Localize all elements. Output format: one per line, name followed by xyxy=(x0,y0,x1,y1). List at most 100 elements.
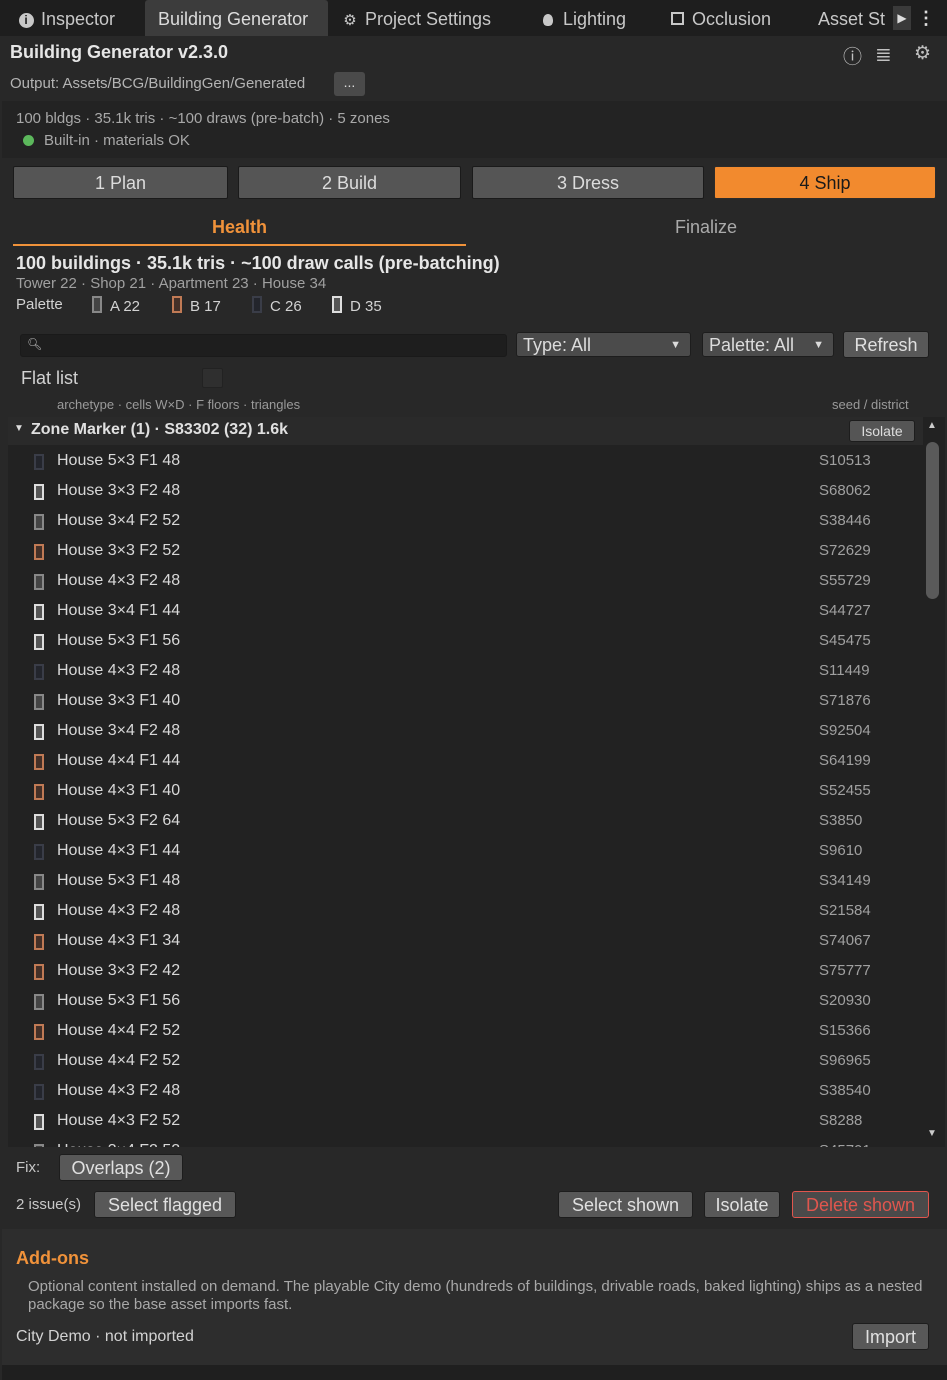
step-dress-button[interactable]: 3 Dress xyxy=(472,166,704,199)
tab-project-settings[interactable]: ⚙ Project Settings xyxy=(340,0,491,36)
building-seed: S72629 xyxy=(819,542,871,559)
search-input[interactable]: 🔍︎ xyxy=(20,334,507,357)
tab-health[interactable]: Health xyxy=(13,214,466,246)
building-name: House 4×4 F1 44 xyxy=(57,752,181,769)
building-row[interactable]: House 5×3 F1 56 S45475 xyxy=(8,626,923,656)
building-row[interactable]: House 4×3 F1 34 S74067 xyxy=(8,926,923,956)
import-button[interactable]: Import xyxy=(852,1323,929,1350)
fix-overlaps-button[interactable]: Overlaps (2) xyxy=(59,1154,183,1181)
gear-icon[interactable]: ⚙ xyxy=(914,42,931,65)
building-name: House 4×4 F2 52 xyxy=(57,1052,181,1069)
building-row[interactable]: House 4×3 F2 48 S55729 xyxy=(8,566,923,596)
tab-lighting[interactable]: Lighting xyxy=(538,0,626,36)
building-list[interactable]: ▼ Zone Marker (1) · S83302 (32) 1.6k Iso… xyxy=(8,417,945,1147)
building-name: House 5×3 F1 48 xyxy=(57,452,181,469)
type-filter-dropdown[interactable]: Type: All ▼ xyxy=(516,332,691,357)
palette-swatch-icon xyxy=(34,574,44,590)
building-name: House 4×3 F2 52 xyxy=(57,1112,181,1129)
expand-triangle-icon[interactable]: ▼ xyxy=(14,423,24,434)
building-row[interactable]: House 5×3 F1 56 S20930 xyxy=(8,986,923,1016)
tab-building-generator[interactable]: Building Generator xyxy=(145,0,328,36)
output-path: Output: Assets/BCG/BuildingGen/Generated xyxy=(10,75,306,92)
delete-shown-button[interactable]: Delete shown xyxy=(792,1191,929,1218)
flat-list-label: Flat list xyxy=(21,368,79,388)
stats-headline: 100 buildings · 35.1k tris · ~100 draw c… xyxy=(16,253,500,273)
palette-swatch-icon xyxy=(172,296,182,313)
building-seed: S71876 xyxy=(819,692,871,709)
building-seed: S38446 xyxy=(819,512,871,529)
building-seed: S45701 xyxy=(819,1142,871,1147)
editor-tab-bar: i Inspector Building Generator ⚙ Project S… xyxy=(0,0,947,36)
building-row[interactable]: House 3×3 F2 42 S75777 xyxy=(8,956,923,986)
tab-occlusion[interactable]: Occlusion xyxy=(667,0,771,36)
building-row[interactable]: House 3×3 F1 40 S71876 xyxy=(8,686,923,716)
isolate-button[interactable]: Isolate xyxy=(704,1191,780,1218)
building-row[interactable]: House 3×4 F1 44 S44727 xyxy=(8,596,923,626)
list-icon[interactable]: ≣ xyxy=(875,42,892,67)
building-row[interactable]: House 3×4 F2 52 S38446 xyxy=(8,506,923,536)
tab-overflow-arrow-icon[interactable]: ▶ xyxy=(893,6,911,30)
fix-label: Fix: xyxy=(16,1159,41,1176)
step-plan-button[interactable]: 1 Plan xyxy=(13,166,228,199)
tab-finalize[interactable]: Finalize xyxy=(480,214,932,244)
info-icon[interactable]: ⓘ xyxy=(843,42,862,69)
building-row[interactable]: House 3×4 F2 52 S45701 xyxy=(8,1136,923,1147)
step-build-button[interactable]: 2 Build xyxy=(238,166,461,199)
building-row[interactable]: House 4×3 F2 48 S11449 xyxy=(8,656,923,686)
building-name: House 4×3 F1 34 xyxy=(57,932,181,949)
refresh-button[interactable]: Refresh xyxy=(843,331,929,358)
building-row[interactable]: House 5×3 F1 48 S10513 xyxy=(8,446,923,476)
gear-icon: ⚙ xyxy=(343,12,357,29)
building-row[interactable]: House 4×3 F2 52 S8288 xyxy=(8,1106,923,1136)
browse-output-button[interactable]: ... xyxy=(334,72,365,96)
status-text: Built-in · materials OK xyxy=(44,132,190,149)
building-row[interactable]: House 3×4 F2 48 S92504 xyxy=(8,716,923,746)
summary-text: 100 bldgs · 35.1k tris · ~100 draws (pre… xyxy=(16,110,390,127)
column-header-archetype: archetype · cells W×D · F floors · trian… xyxy=(57,397,301,412)
scrollbar-thumb[interactable] xyxy=(926,442,939,599)
palette-swatch-icon xyxy=(34,874,44,890)
flat-list-checkbox[interactable] xyxy=(202,368,223,388)
building-name: House 4×3 F2 48 xyxy=(57,1082,181,1099)
building-seed: S15366 xyxy=(819,1022,871,1039)
building-seed: S64199 xyxy=(819,752,871,769)
scroll-down-arrow-icon[interactable]: ▼ xyxy=(927,1128,937,1139)
addons-description: Optional content installed on demand. Th… xyxy=(28,1278,923,1313)
building-name: House 3×4 F2 52 xyxy=(57,1142,180,1147)
building-row[interactable]: House 3×3 F2 48 S68062 xyxy=(8,476,923,506)
group-isolate-button[interactable]: Isolate xyxy=(849,420,915,442)
building-row[interactable]: House 4×4 F2 52 S15366 xyxy=(8,1016,923,1046)
building-name: House 4×3 F1 44 xyxy=(57,842,181,859)
building-row[interactable]: House 4×3 F1 44 S9610 xyxy=(8,836,923,866)
palette-swatch-icon xyxy=(34,1024,44,1040)
step-ship-button[interactable]: 4 Ship xyxy=(714,166,936,199)
tab-inspector[interactable]: i Inspector xyxy=(16,0,115,36)
building-row[interactable]: House 4×3 F2 48 S21584 xyxy=(8,896,923,926)
issue-count: 2 issue(s) xyxy=(16,1196,82,1213)
palette-swatch-icon xyxy=(34,844,44,860)
palette-swatch-icon xyxy=(34,934,44,950)
kebab-menu-icon[interactable]: ⋮ xyxy=(917,4,935,32)
building-name: House 3×4 F1 44 xyxy=(57,602,181,619)
building-seed: S68062 xyxy=(819,482,871,499)
building-name: House 4×3 F2 48 xyxy=(57,572,181,589)
tab-label: Asset St xyxy=(818,9,886,29)
tab-asset-store[interactable]: Asset St xyxy=(818,0,890,36)
select-flagged-button[interactable]: Select flagged xyxy=(94,1191,236,1218)
building-row[interactable]: House 3×3 F2 52 S72629 xyxy=(8,536,923,566)
building-row[interactable]: House 4×4 F2 52 S96965 xyxy=(8,1046,923,1076)
palette-swatch-icon xyxy=(34,904,44,920)
building-row[interactable]: House 4×3 F2 48 S38540 xyxy=(8,1076,923,1106)
tab-label: Occlusion xyxy=(692,9,772,29)
group-header-row[interactable]: ▼ Zone Marker (1) · S83302 (32) 1.6k Iso… xyxy=(8,417,923,445)
select-shown-button[interactable]: Select shown xyxy=(558,1191,693,1218)
building-row[interactable]: House 4×4 F1 44 S64199 xyxy=(8,746,923,776)
palette-swatch-icon xyxy=(34,544,44,560)
building-row[interactable]: House 4×3 F1 40 S52455 xyxy=(8,776,923,806)
building-row[interactable]: House 5×3 F2 64 S3850 xyxy=(8,806,923,836)
building-seed: S10513 xyxy=(819,452,871,469)
scroll-up-arrow-icon[interactable]: ▲ xyxy=(927,420,937,431)
building-row[interactable]: House 5×3 F1 48 S34149 xyxy=(8,866,923,896)
archetype-breakdown: Tower 22 · Shop 21 · Apartment 23 · Hous… xyxy=(16,275,327,292)
palette-filter-dropdown[interactable]: Palette: All ▼ xyxy=(702,332,834,357)
